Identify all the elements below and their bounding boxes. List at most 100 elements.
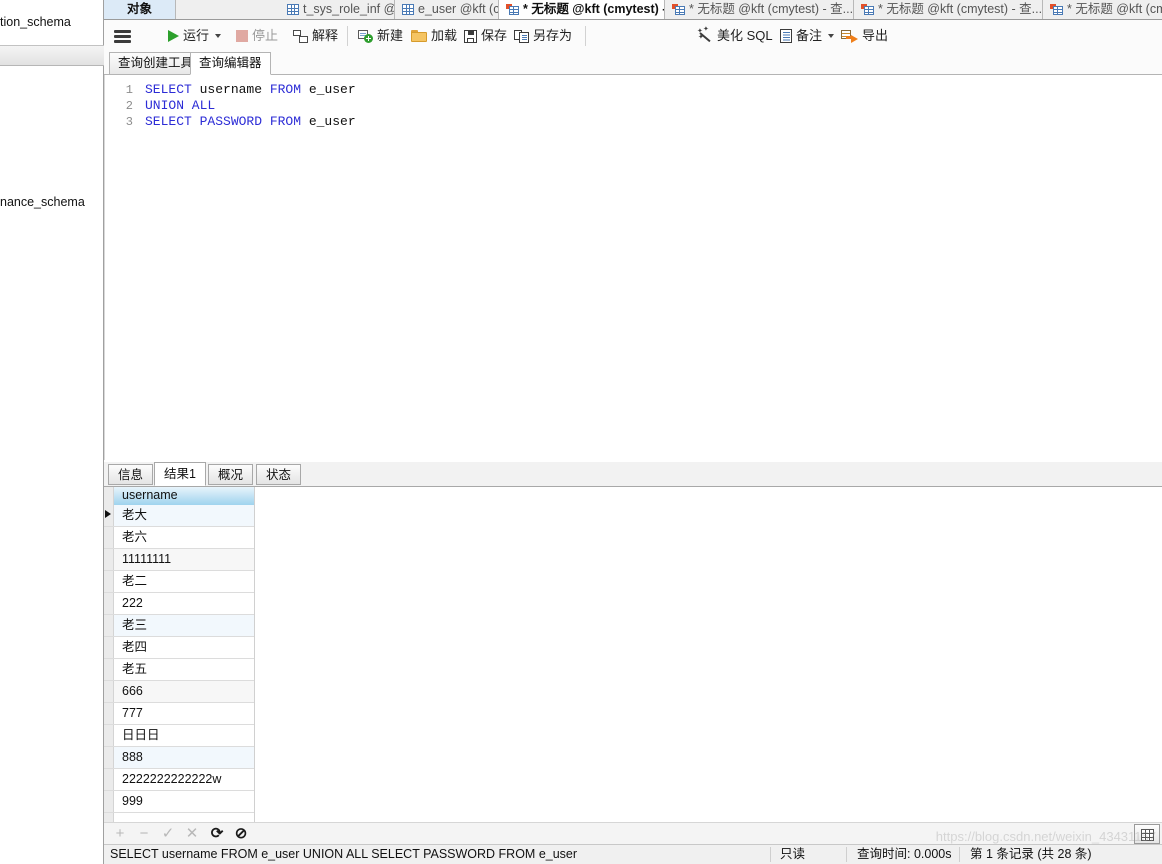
explain-label: 解释 <box>312 28 339 43</box>
sidebar-item-information-schema[interactable]: tion_schema <box>0 15 71 29</box>
plus-icon[interactable]: + <box>112 826 128 842</box>
tab-query-4[interactable]: * 无标题 @kft (cmytest) - 查... <box>1043 0 1162 19</box>
tab-e-user[interactable]: e_user @kft (cmytest) - 表 <box>395 0 499 19</box>
object-tree-sidebar[interactable]: tion_schema nance_schema <box>0 0 104 864</box>
hamburger-menu-icon <box>114 29 131 43</box>
cell-username[interactable]: 666 <box>114 681 254 702</box>
tab-query-1[interactable]: * 无标题 @kft (cmytest) - 查... <box>499 0 665 19</box>
run-button[interactable]: 运行 <box>168 20 222 52</box>
row-selector[interactable] <box>104 571 114 592</box>
cell-username[interactable]: 2222222222222w <box>114 769 254 790</box>
row-selector[interactable] <box>104 659 114 680</box>
refresh-icon[interactable]: ⟳ <box>209 826 225 842</box>
editor-subtab-strip[interactable]: 查询创建工具 查询编辑器 <box>104 52 1162 75</box>
cell-username[interactable]: 老大 <box>114 505 254 526</box>
export-button[interactable]: 导出 <box>841 20 888 52</box>
cell-username[interactable]: 老二 <box>114 571 254 592</box>
table-row[interactable]: 777 <box>104 703 254 725</box>
chevron-down-icon[interactable] <box>828 34 835 38</box>
cell-username[interactable]: 日日日 <box>114 725 254 746</box>
tab-query-1-label: * 无标题 @kft (cmytest) - 查... <box>523 2 664 16</box>
stop-button[interactable]: 停止 <box>236 20 278 52</box>
row-selector[interactable] <box>104 505 114 526</box>
grid-view-toggle-button[interactable] <box>1134 824 1160 844</box>
tab-query-4-label: * 无标题 @kft (cmytest) - 查... <box>1067 2 1162 16</box>
minus-icon[interactable]: − <box>136 826 152 842</box>
tab-status[interactable]: 状态 <box>256 464 302 485</box>
stop-label: 停止 <box>252 28 279 43</box>
table-row[interactable]: 老六 <box>104 527 254 549</box>
tab-info[interactable]: 信息 <box>108 464 154 485</box>
cell-username[interactable]: 老三 <box>114 615 254 636</box>
tab-query-2-label: * 无标题 @kft (cmytest) - 查... <box>689 2 854 16</box>
grid-column-divider[interactable] <box>254 487 255 822</box>
export-label: 导出 <box>862 28 889 43</box>
tab-query-builder[interactable]: 查询创建工具 <box>109 52 203 75</box>
cell-username[interactable]: 老六 <box>114 527 254 548</box>
menu-button[interactable] <box>114 20 131 52</box>
row-selector[interactable] <box>104 703 114 724</box>
row-selector[interactable] <box>104 681 114 702</box>
grid-column-header-username[interactable]: username <box>114 487 254 505</box>
grid-icon <box>402 4 414 15</box>
check-icon[interactable]: ✓ <box>160 826 176 842</box>
table-row[interactable]: 老三 <box>104 615 254 637</box>
tab-t-sys-role-inf[interactable]: t_sys_role_inf @kft (cmytest... <box>280 0 395 19</box>
result-tab-strip[interactable]: 信息 结果1 概况 状态 <box>104 462 1162 487</box>
row-selector[interactable] <box>104 637 114 658</box>
new-label: 新建 <box>377 28 404 43</box>
row-selector[interactable] <box>104 549 114 570</box>
cell-username[interactable]: 老四 <box>114 637 254 658</box>
table-row[interactable]: 888 <box>104 747 254 769</box>
result-grid[interactable]: username 老大 老六 11111111 老二 222 老三 老四 老五 … <box>104 487 1162 822</box>
cell-username[interactable]: 888 <box>114 747 254 768</box>
load-button[interactable]: 加载 <box>411 20 457 52</box>
record-navigation-toolbar[interactable]: + − ✓ ✕ ⟳ ⊘ <box>104 822 1162 844</box>
sidebar-item-performance-schema[interactable]: nance_schema <box>0 195 85 209</box>
table-row[interactable]: 日日日 <box>104 725 254 747</box>
sql-editor[interactable]: 1 SELECT username FROM e_user 2 UNION AL… <box>104 75 1162 460</box>
cell-username[interactable]: 777 <box>114 703 254 724</box>
row-selector[interactable] <box>104 725 114 746</box>
row-selector[interactable] <box>104 527 114 548</box>
row-selector[interactable] <box>104 747 114 768</box>
save-as-button[interactable]: 另存为 <box>514 20 572 52</box>
tab-profile[interactable]: 概况 <box>208 464 254 485</box>
row-selector[interactable] <box>104 615 114 636</box>
note-button[interactable]: 备注 <box>780 20 835 52</box>
table-row[interactable]: 222 <box>104 593 254 615</box>
explain-button[interactable]: 解释 <box>293 20 338 52</box>
grid-icon <box>287 4 299 15</box>
table-row[interactable]: 11111111 <box>104 549 254 571</box>
stop-prohibit-icon[interactable]: ⊘ <box>233 826 249 842</box>
table-row[interactable]: 2222222222222w <box>104 769 254 791</box>
table-row[interactable]: 老二 <box>104 571 254 593</box>
row-selector[interactable] <box>104 593 114 614</box>
new-button[interactable]: 新建 <box>358 20 403 52</box>
save-button[interactable]: 保存 <box>464 20 507 52</box>
table-row[interactable]: 666 <box>104 681 254 703</box>
query-toolbar[interactable]: 运行 停止 解释 新建 加载 保存 另存为 ✦ ✦ ✦ 美化 SQL 备注 导出 <box>104 20 1162 52</box>
row-selector[interactable] <box>104 791 114 812</box>
table-row[interactable]: 999 <box>104 791 254 813</box>
cell-username[interactable]: 999 <box>114 791 254 812</box>
cancel-x-icon[interactable]: ✕ <box>184 826 200 842</box>
tab-query-3[interactable]: * 无标题 @kft (cmytest) - 查... <box>854 0 1043 19</box>
cell-username[interactable]: 老五 <box>114 659 254 680</box>
cell-username[interactable]: 11111111 <box>114 549 254 570</box>
row-selector[interactable] <box>104 769 114 790</box>
table-row[interactable]: 老四 <box>104 637 254 659</box>
stop-square-icon <box>236 30 248 42</box>
chevron-down-icon[interactable] <box>215 34 222 38</box>
save-as-label: 另存为 <box>533 28 573 43</box>
beautify-sql-button[interactable]: ✦ ✦ ✦ 美化 SQL <box>697 20 773 52</box>
table-row[interactable]: 老大 <box>104 505 254 527</box>
tab-status-label: 状态 <box>266 468 292 482</box>
tab-result-1[interactable]: 结果1 <box>154 462 206 486</box>
tab-query-2[interactable]: * 无标题 @kft (cmytest) - 查... <box>665 0 854 19</box>
tab-objects[interactable]: 对象 <box>104 0 176 19</box>
table-row[interactable]: 老五 <box>104 659 254 681</box>
cell-username[interactable]: 222 <box>114 593 254 614</box>
window-tab-strip[interactable]: 对象 t_sys_role_inf @kft (cmytest... e_use… <box>104 0 1162 20</box>
tab-query-editor[interactable]: 查询编辑器 <box>190 52 271 75</box>
